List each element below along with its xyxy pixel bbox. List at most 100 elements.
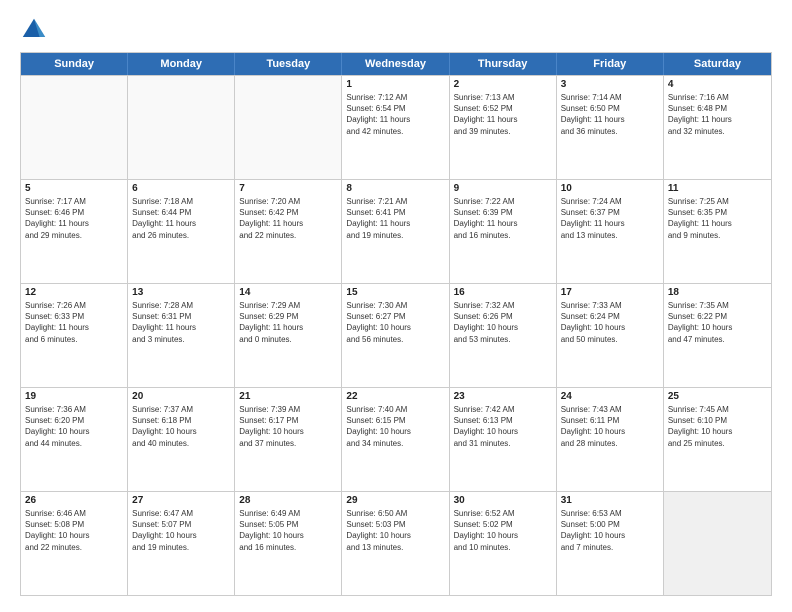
day-info: Sunrise: 7:14 AMSunset: 6:50 PMDaylight:… [561, 92, 659, 137]
header [20, 16, 772, 44]
day-number: 1 [346, 79, 444, 90]
cal-cell-day: 19Sunrise: 7:36 AMSunset: 6:20 PMDayligh… [21, 388, 128, 491]
cal-cell-day: 17 Sunrise: 7:33 AMSunset: 6:24 PMDayligh… [557, 284, 664, 387]
calendar-body: 1 Sunrise: 7:12 AMSunset: 6:54 PMDaylight… [21, 75, 771, 595]
day-info: Sunrise: 7:21 AMSunset: 6:41 PMDaylight:… [346, 196, 444, 241]
day-number: 18 [668, 287, 767, 298]
day-number: 8 [346, 183, 444, 194]
day-number: 31 [561, 495, 659, 506]
day-info: Sunrise: 7:24 AMSunset: 6:37 PMDaylight:… [561, 196, 659, 241]
cal-cell-day: 16 Sunrise: 7:32 AMSunset: 6:26 PMDayligh… [450, 284, 557, 387]
cal-week-row: 12 Sunrise: 7:26 AMSunset: 6:33 PMDayligh… [21, 283, 771, 387]
day-number: 6 [132, 183, 230, 194]
calendar-header-row: SundayMondayTuesdayWednesdayThursdayFrid… [21, 53, 771, 75]
cal-cell-day: 5Sunrise: 7:17 AMSunset: 6:46 PMDaylight… [21, 180, 128, 283]
cal-cell-day: 26Sunrise: 6:46 AMSunset: 5:08 PMDayligh… [21, 492, 128, 595]
cal-week-row: 26Sunrise: 6:46 AMSunset: 5:08 PMDayligh… [21, 491, 771, 595]
cal-cell-day: 31 Sunrise: 6:53 AMSunset: 5:00 PMDayligh… [557, 492, 664, 595]
cal-cell-day: 8 Sunrise: 7:21 AMSunset: 6:41 PMDaylight… [342, 180, 449, 283]
cal-week-row: 5Sunrise: 7:17 AMSunset: 6:46 PMDaylight… [21, 179, 771, 283]
cal-cell-day: 11 Sunrise: 7:25 AMSunset: 6:35 PMDayligh… [664, 180, 771, 283]
calendar: SundayMondayTuesdayWednesdayThursdayFrid… [20, 52, 772, 596]
day-info: Sunrise: 7:30 AMSunset: 6:27 PMDaylight:… [346, 300, 444, 345]
day-info: Sunrise: 7:20 AMSunset: 6:42 PMDaylight:… [239, 196, 337, 241]
logo [20, 16, 50, 44]
day-number: 29 [346, 495, 444, 506]
cal-header-cell: Sunday [21, 53, 128, 75]
cal-week-row: 1 Sunrise: 7:12 AMSunset: 6:54 PMDaylight… [21, 75, 771, 179]
cal-cell-day: 15 Sunrise: 7:30 AMSunset: 6:27 PMDayligh… [342, 284, 449, 387]
day-info: Sunrise: 7:12 AMSunset: 6:54 PMDaylight:… [346, 92, 444, 137]
day-info: Sunrise: 7:43 AMSunset: 6:11 PMDaylight:… [561, 404, 659, 449]
day-info: Sunrise: 7:32 AMSunset: 6:26 PMDaylight:… [454, 300, 552, 345]
day-number: 10 [561, 183, 659, 194]
day-info: Sunrise: 7:13 AMSunset: 6:52 PMDaylight:… [454, 92, 552, 137]
day-number: 17 [561, 287, 659, 298]
day-info: Sunrise: 6:49 AMSunset: 5:05 PMDaylight:… [239, 508, 337, 553]
day-number: 16 [454, 287, 552, 298]
day-number: 20 [132, 391, 230, 402]
cal-cell-day: 18 Sunrise: 7:35 AMSunset: 6:22 PMDayligh… [664, 284, 771, 387]
day-number: 25 [668, 391, 767, 402]
cal-header-cell: Tuesday [235, 53, 342, 75]
cal-cell-day: 2 Sunrise: 7:13 AMSunset: 6:52 PMDaylight… [450, 76, 557, 179]
cal-cell-day: 1 Sunrise: 7:12 AMSunset: 6:54 PMDaylight… [342, 76, 449, 179]
cal-cell-day: 7Sunrise: 7:20 AMSunset: 6:42 PMDaylight… [235, 180, 342, 283]
day-number: 12 [25, 287, 123, 298]
day-info: Sunrise: 7:39 AMSunset: 6:17 PMDaylight:… [239, 404, 337, 449]
day-info: Sunrise: 7:37 AMSunset: 6:18 PMDaylight:… [132, 404, 230, 449]
cal-cell-day: 14 Sunrise: 7:29 AMSunset: 6:29 PMDayligh… [235, 284, 342, 387]
cal-header-cell: Thursday [450, 53, 557, 75]
cal-header-cell: Wednesday [342, 53, 449, 75]
cal-header-cell: Saturday [664, 53, 771, 75]
cal-cell-day: 21 Sunrise: 7:39 AMSunset: 6:17 PMDayligh… [235, 388, 342, 491]
day-info: Sunrise: 6:47 AMSunset: 5:07 PMDaylight:… [132, 508, 230, 553]
cal-week-row: 19Sunrise: 7:36 AMSunset: 6:20 PMDayligh… [21, 387, 771, 491]
day-number: 28 [239, 495, 337, 506]
cal-cell-empty [235, 76, 342, 179]
day-info: Sunrise: 7:25 AMSunset: 6:35 PMDaylight:… [668, 196, 767, 241]
day-info: Sunrise: 7:40 AMSunset: 6:15 PMDaylight:… [346, 404, 444, 449]
cal-cell-day: 30 Sunrise: 6:52 AMSunset: 5:02 PMDayligh… [450, 492, 557, 595]
day-info: Sunrise: 7:22 AMSunset: 6:39 PMDaylight:… [454, 196, 552, 241]
day-info: Sunrise: 7:33 AMSunset: 6:24 PMDaylight:… [561, 300, 659, 345]
day-number: 21 [239, 391, 337, 402]
day-info: Sunrise: 6:53 AMSunset: 5:00 PMDaylight:… [561, 508, 659, 553]
day-number: 13 [132, 287, 230, 298]
cal-cell-empty [21, 76, 128, 179]
cal-cell-empty [128, 76, 235, 179]
day-number: 23 [454, 391, 552, 402]
cal-cell-day: 22Sunrise: 7:40 AMSunset: 6:15 PMDayligh… [342, 388, 449, 491]
day-number: 2 [454, 79, 552, 90]
cal-header-cell: Monday [128, 53, 235, 75]
logo-icon [20, 16, 48, 44]
day-info: Sunrise: 7:26 AMSunset: 6:33 PMDaylight:… [25, 300, 123, 345]
page: SundayMondayTuesdayWednesdayThursdayFrid… [0, 0, 792, 612]
day-info: Sunrise: 7:28 AMSunset: 6:31 PMDaylight:… [132, 300, 230, 345]
day-info: Sunrise: 7:29 AMSunset: 6:29 PMDaylight:… [239, 300, 337, 345]
cal-cell-day: 9 Sunrise: 7:22 AMSunset: 6:39 PMDaylight… [450, 180, 557, 283]
day-number: 9 [454, 183, 552, 194]
day-info: Sunrise: 6:46 AMSunset: 5:08 PMDaylight:… [25, 508, 123, 553]
day-number: 27 [132, 495, 230, 506]
cal-cell-day: 4 Sunrise: 7:16 AMSunset: 6:48 PMDaylight… [664, 76, 771, 179]
cal-cell-day: 27 Sunrise: 6:47 AMSunset: 5:07 PMDayligh… [128, 492, 235, 595]
day-info: Sunrise: 6:52 AMSunset: 5:02 PMDaylight:… [454, 508, 552, 553]
day-number: 30 [454, 495, 552, 506]
day-info: Sunrise: 7:45 AMSunset: 6:10 PMDaylight:… [668, 404, 767, 449]
day-number: 3 [561, 79, 659, 90]
day-number: 15 [346, 287, 444, 298]
day-number: 14 [239, 287, 337, 298]
day-number: 24 [561, 391, 659, 402]
cal-header-cell: Friday [557, 53, 664, 75]
cal-cell-day: 23 Sunrise: 7:42 AMSunset: 6:13 PMDayligh… [450, 388, 557, 491]
day-info: Sunrise: 7:16 AMSunset: 6:48 PMDaylight:… [668, 92, 767, 137]
day-number: 5 [25, 183, 123, 194]
cal-cell-empty [664, 492, 771, 595]
day-number: 19 [25, 391, 123, 402]
day-info: Sunrise: 7:42 AMSunset: 6:13 PMDaylight:… [454, 404, 552, 449]
day-number: 4 [668, 79, 767, 90]
day-number: 11 [668, 183, 767, 194]
day-info: Sunrise: 6:50 AMSunset: 5:03 PMDaylight:… [346, 508, 444, 553]
day-info: Sunrise: 7:35 AMSunset: 6:22 PMDaylight:… [668, 300, 767, 345]
